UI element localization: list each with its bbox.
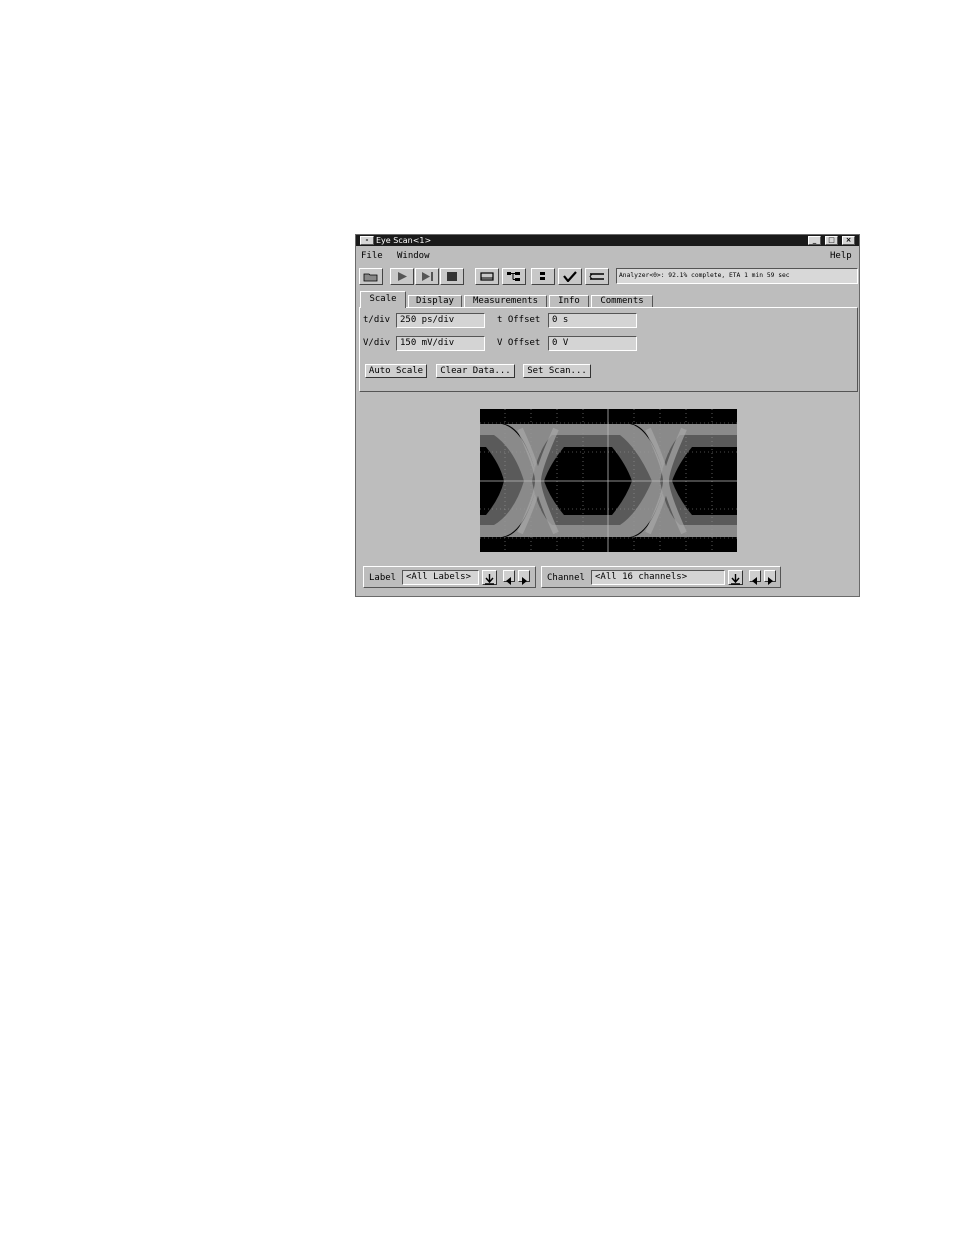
bus-icon bbox=[507, 272, 520, 281]
stop-button[interactable] bbox=[440, 268, 464, 285]
settings-button[interactable] bbox=[585, 268, 609, 285]
eye-diagram-display[interactable] bbox=[480, 409, 737, 552]
run-icon bbox=[398, 272, 407, 281]
arrow-right-icon bbox=[522, 577, 527, 585]
channel-selector-group: Channel <All 16 channels> bbox=[541, 566, 781, 588]
open-icon bbox=[363, 273, 378, 282]
tab-display[interactable]: Display bbox=[408, 295, 462, 307]
run-repetitive-icon bbox=[422, 272, 433, 281]
minimize-button[interactable]: _ bbox=[808, 236, 821, 245]
label-selector-group: Label <All Labels> bbox=[363, 566, 536, 588]
tab-comments[interactable]: Comments bbox=[591, 295, 653, 307]
label-prev-button[interactable] bbox=[503, 570, 515, 585]
channel-button[interactable] bbox=[531, 268, 555, 285]
menu-window[interactable]: Window bbox=[397, 251, 430, 261]
vdiv-label: V/div bbox=[363, 338, 391, 348]
tab-bar: Scale Display Measurements Info Comments bbox=[359, 291, 859, 308]
scale-panel: t/div 250 ps/div t Offset 0 s V/div 150 … bbox=[359, 307, 858, 392]
display-icon bbox=[480, 272, 494, 281]
clear-data-button[interactable]: Clear Data... bbox=[436, 364, 515, 378]
tab-scale[interactable]: Scale bbox=[360, 291, 406, 308]
tab-info[interactable]: Info bbox=[549, 295, 589, 307]
channel-prev-button[interactable] bbox=[749, 570, 761, 585]
tdiv-field[interactable]: 250 ps/div bbox=[396, 313, 485, 328]
stop-icon bbox=[447, 272, 457, 281]
title-bar[interactable]: - Eye Scan<1> _ □ × bbox=[356, 235, 859, 246]
set-scan-button[interactable]: Set Scan... bbox=[523, 364, 591, 378]
chevron-down-icon bbox=[731, 574, 740, 585]
voffset-label: V Offset bbox=[497, 338, 541, 348]
open-button[interactable] bbox=[359, 268, 383, 285]
menu-bar: File Window Help bbox=[356, 247, 859, 265]
display-button[interactable] bbox=[475, 268, 499, 285]
bus-button[interactable] bbox=[502, 268, 526, 285]
arrow-left-icon bbox=[752, 577, 757, 585]
check-button[interactable] bbox=[558, 268, 582, 285]
label-dropdown-button[interactable] bbox=[482, 570, 497, 585]
label-label: Label bbox=[369, 573, 397, 583]
toolbar: Analyzer<0>: 92.1% complete, ETA 1 min 5… bbox=[359, 268, 859, 286]
arrow-right-icon bbox=[768, 577, 773, 585]
tab-measurements[interactable]: Measurements bbox=[464, 295, 547, 307]
toffset-field[interactable]: 0 s bbox=[548, 313, 637, 328]
chevron-down-icon bbox=[485, 574, 494, 585]
tdiv-label: t/div bbox=[363, 315, 391, 325]
toffset-label: t Offset bbox=[497, 315, 541, 325]
check-icon bbox=[563, 271, 577, 282]
close-button[interactable]: × bbox=[842, 236, 855, 245]
voffset-field[interactable]: 0 V bbox=[548, 336, 637, 351]
channel-icon bbox=[540, 272, 545, 280]
channel-next-button[interactable] bbox=[764, 570, 776, 585]
eye-scan-window: - Eye Scan<1> _ □ × File Window Help Ana… bbox=[355, 234, 860, 597]
settings-icon bbox=[589, 273, 604, 280]
arrow-left-icon bbox=[506, 577, 511, 585]
label-dropdown[interactable]: <All Labels> bbox=[402, 570, 479, 585]
run-button[interactable] bbox=[390, 268, 414, 285]
run-repetitive-button[interactable] bbox=[415, 268, 439, 285]
vdiv-field[interactable]: 150 mV/div bbox=[396, 336, 485, 351]
channel-dropdown-button[interactable] bbox=[728, 570, 743, 585]
label-next-button[interactable] bbox=[518, 570, 530, 585]
menu-help[interactable]: Help bbox=[830, 251, 852, 261]
maximize-button[interactable]: □ bbox=[825, 236, 838, 245]
channel-dropdown[interactable]: <All 16 channels> bbox=[591, 570, 725, 585]
menu-file[interactable]: File bbox=[361, 251, 383, 261]
eye-diagram bbox=[480, 409, 737, 552]
channel-label: Channel bbox=[547, 573, 585, 583]
auto-scale-button[interactable]: Auto Scale bbox=[365, 364, 427, 378]
status-readout: Analyzer<0>: 92.1% complete, ETA 1 min 5… bbox=[616, 268, 858, 284]
window-menu-button[interactable]: - bbox=[360, 236, 374, 245]
window-title: Eye Scan<1> bbox=[376, 236, 432, 245]
